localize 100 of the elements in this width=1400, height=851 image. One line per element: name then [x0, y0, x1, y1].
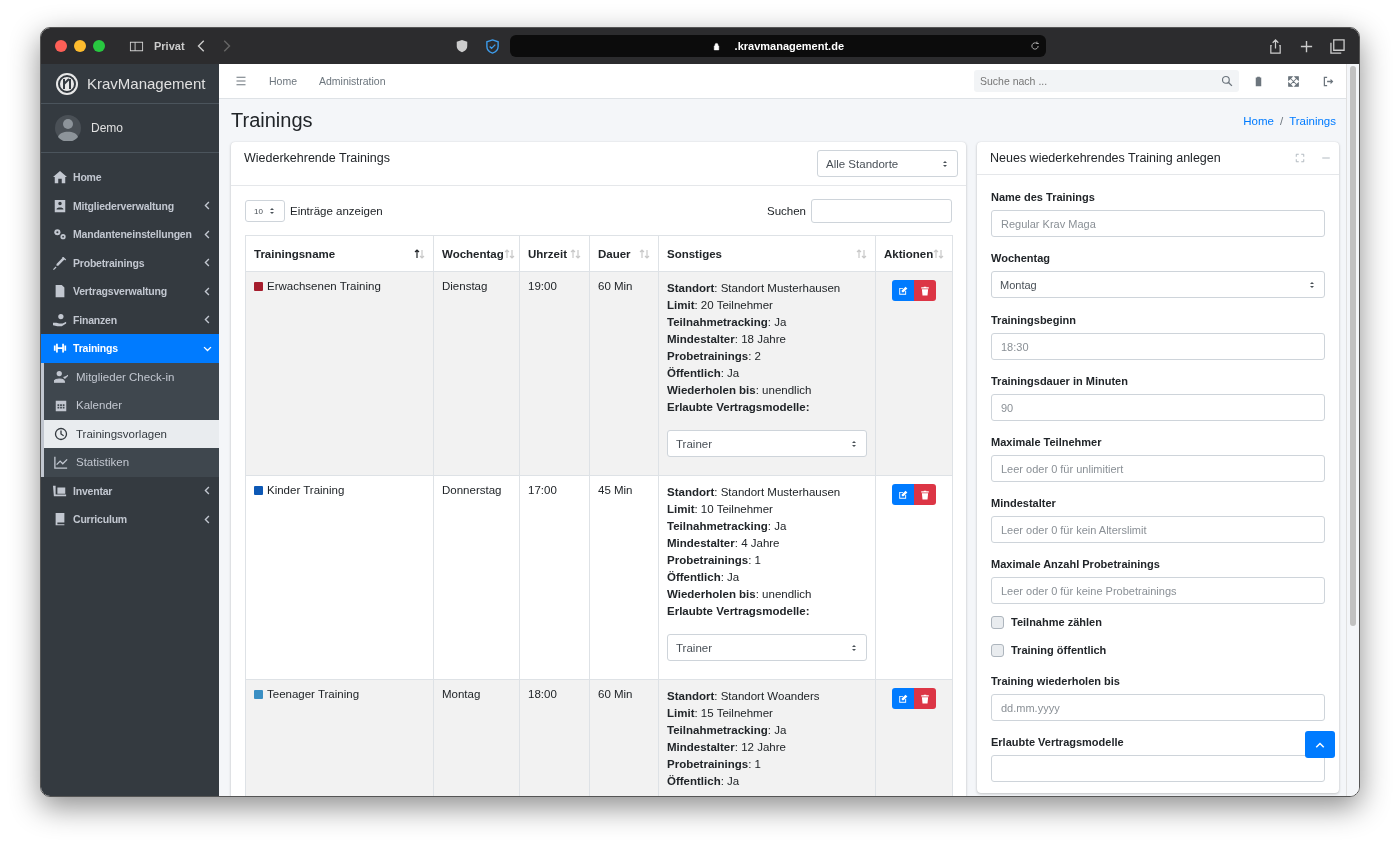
- table-cell: Donnerstag: [433, 475, 520, 680]
- input-field[interactable]: Regular Krav Maga: [991, 210, 1325, 237]
- sidebar-item[interactable]: Mitgliederverwaltung: [41, 191, 219, 220]
- detail-line: Öffentlich: Ja: [667, 570, 741, 585]
- hand-coin-icon: [53, 312, 67, 327]
- training-name: Kinder Training: [267, 484, 345, 496]
- tabs-icon: [1330, 38, 1345, 54]
- sidebar-item[interactable]: Probetrainings: [41, 248, 219, 277]
- scrollbar-thumb[interactable]: [1350, 66, 1356, 626]
- detail-line: Erlaubte Vertragsmodelle:: [667, 400, 811, 415]
- fullscreen-icon: [1295, 153, 1305, 163]
- location-select[interactable]: Alle Standorte: [817, 150, 958, 177]
- edit-icon: [898, 489, 908, 500]
- sidebar-item[interactable]: Kalender: [44, 391, 219, 420]
- input-field[interactable]: Leer oder 0 für keine Probetrainings: [991, 577, 1325, 604]
- column-header[interactable]: Wochentag: [433, 235, 520, 272]
- table-cell: 19:00: [519, 271, 590, 476]
- search-field[interactable]: Suche nach ...: [974, 70, 1239, 92]
- checkbox-label: Training öffentlich: [1011, 644, 1107, 656]
- checkbox[interactable]: [991, 643, 1004, 657]
- detail-line: Limit: 20 Teilnehmer: [667, 298, 774, 313]
- detail-line: Mindestalter: 18 Jahre: [667, 332, 787, 347]
- column-header[interactable]: Trainingsname: [245, 235, 434, 272]
- checkbox-label: Teilnahme zählen: [1011, 616, 1102, 628]
- edit-button[interactable]: [892, 688, 914, 709]
- page-size-select[interactable]: 10: [245, 200, 285, 222]
- contract-select[interactable]: Trainer: [667, 430, 867, 457]
- updown-caret-icon: [850, 643, 858, 652]
- checkbox[interactable]: [991, 615, 1004, 629]
- input-field[interactable]: Leer oder 0 für unlimitiert: [991, 455, 1325, 482]
- document-icon: [53, 284, 67, 299]
- training-name: Teenager Training: [267, 688, 360, 700]
- sidebar-item[interactable]: Home: [41, 163, 219, 192]
- dolly-icon: [53, 483, 67, 498]
- field-label: Maximale Anzahl Probetrainings: [991, 558, 1160, 570]
- edit-button[interactable]: [892, 484, 914, 505]
- close-icon[interactable]: [55, 40, 67, 52]
- column-header[interactable]: Uhrzeit: [519, 235, 590, 272]
- sidebar-item[interactable]: Finanzen: [41, 305, 219, 334]
- sidebar-item[interactable]: Curriculum: [41, 505, 219, 534]
- detail-line: Mindestalter: 12 Jahre: [667, 740, 787, 755]
- breadcrumb-link[interactable]: Home: [1243, 114, 1274, 127]
- contract-select[interactable]: Trainer: [667, 634, 867, 661]
- search-label: Suchen: [767, 205, 806, 217]
- sidebar-item[interactable]: Trainingsvorlagen: [44, 419, 219, 448]
- share-icon: [1268, 38, 1283, 54]
- input-field[interactable]: 90: [991, 394, 1325, 421]
- page-title: Trainings: [231, 109, 313, 132]
- field-label: Trainingsbeginn: [991, 314, 1076, 326]
- delete-button[interactable]: [914, 280, 936, 301]
- card-title: Wiederkehrende Trainings: [244, 151, 390, 165]
- search-field[interactable]: [811, 199, 952, 223]
- sidebar-item[interactable]: Vertragsverwaltung: [41, 277, 219, 306]
- delete-button[interactable]: [914, 688, 936, 709]
- edit-icon: [898, 693, 908, 704]
- field-label: Maximale Teilnehmer: [991, 436, 1102, 448]
- id-card-icon: [53, 198, 67, 213]
- search-icon: [1221, 75, 1233, 87]
- edit-button[interactable]: [892, 280, 914, 301]
- back-to-top-button[interactable]: [1305, 731, 1335, 758]
- input-field[interactable]: Leer oder 0 für kein Alterslimit: [991, 516, 1325, 543]
- detail-line: Erlaubte Vertragsmodelle:: [667, 604, 811, 619]
- breadcrumb-link[interactable]: Trainings: [1289, 114, 1336, 127]
- user-check-icon: [54, 369, 68, 384]
- nav-link[interactable]: Administration: [319, 75, 386, 87]
- sidebar-item[interactable]: Mitglieder Check-in: [44, 362, 219, 391]
- input-field[interactable]: dd.mm.yyyy: [991, 694, 1325, 721]
- column-header[interactable]: Sonstiges: [658, 235, 876, 272]
- sidebar-item[interactable]: Trainings: [41, 334, 219, 363]
- line-chart-icon: [54, 455, 68, 470]
- sidebar-item[interactable]: Inventar: [41, 476, 219, 505]
- nav-link[interactable]: Home: [269, 75, 297, 87]
- address-bar[interactable]: .kravmanagement.de: [509, 35, 1046, 57]
- table-cell: Montag: [433, 679, 520, 796]
- sign-out-icon: [1323, 75, 1334, 87]
- training-name: Erwachsenen Training: [267, 280, 381, 292]
- field-label: Mindestalter: [991, 497, 1056, 509]
- menu-icon: [235, 75, 247, 87]
- maximize-icon[interactable]: [93, 40, 105, 52]
- detail-line: Wiederholen bis: unendlich: [667, 383, 813, 398]
- trash-icon: [920, 285, 930, 296]
- user-name: Demo: [91, 121, 123, 135]
- brand-name: KravManagement: [87, 75, 206, 92]
- delete-button[interactable]: [914, 484, 936, 505]
- minimize-icon[interactable]: [74, 40, 86, 52]
- input-field[interactable]: 18:30: [991, 333, 1325, 360]
- table-cell: 45 Min: [589, 475, 659, 680]
- detail-line: Öffentlich: Ja: [667, 774, 741, 789]
- column-header[interactable]: Aktionen: [875, 235, 953, 272]
- page-size-label: Einträge anzeigen: [290, 205, 383, 217]
- input-field[interactable]: [991, 755, 1325, 782]
- detail-line: Teilnahmetracking: Ja: [667, 519, 788, 534]
- sidebar-item[interactable]: Mandanteneinstellungen: [41, 220, 219, 249]
- lock-icon: [711, 41, 721, 51]
- detail-line: Wiederholen bis: unendlich: [667, 587, 813, 602]
- column-header[interactable]: Dauer: [589, 235, 659, 272]
- select-field[interactable]: Montag: [991, 271, 1325, 298]
- detail-line: Limit: 15 Teilnehmer: [667, 706, 774, 721]
- field-label: Name des Trainings: [991, 191, 1095, 203]
- sidebar-item[interactable]: Statistiken: [44, 448, 219, 477]
